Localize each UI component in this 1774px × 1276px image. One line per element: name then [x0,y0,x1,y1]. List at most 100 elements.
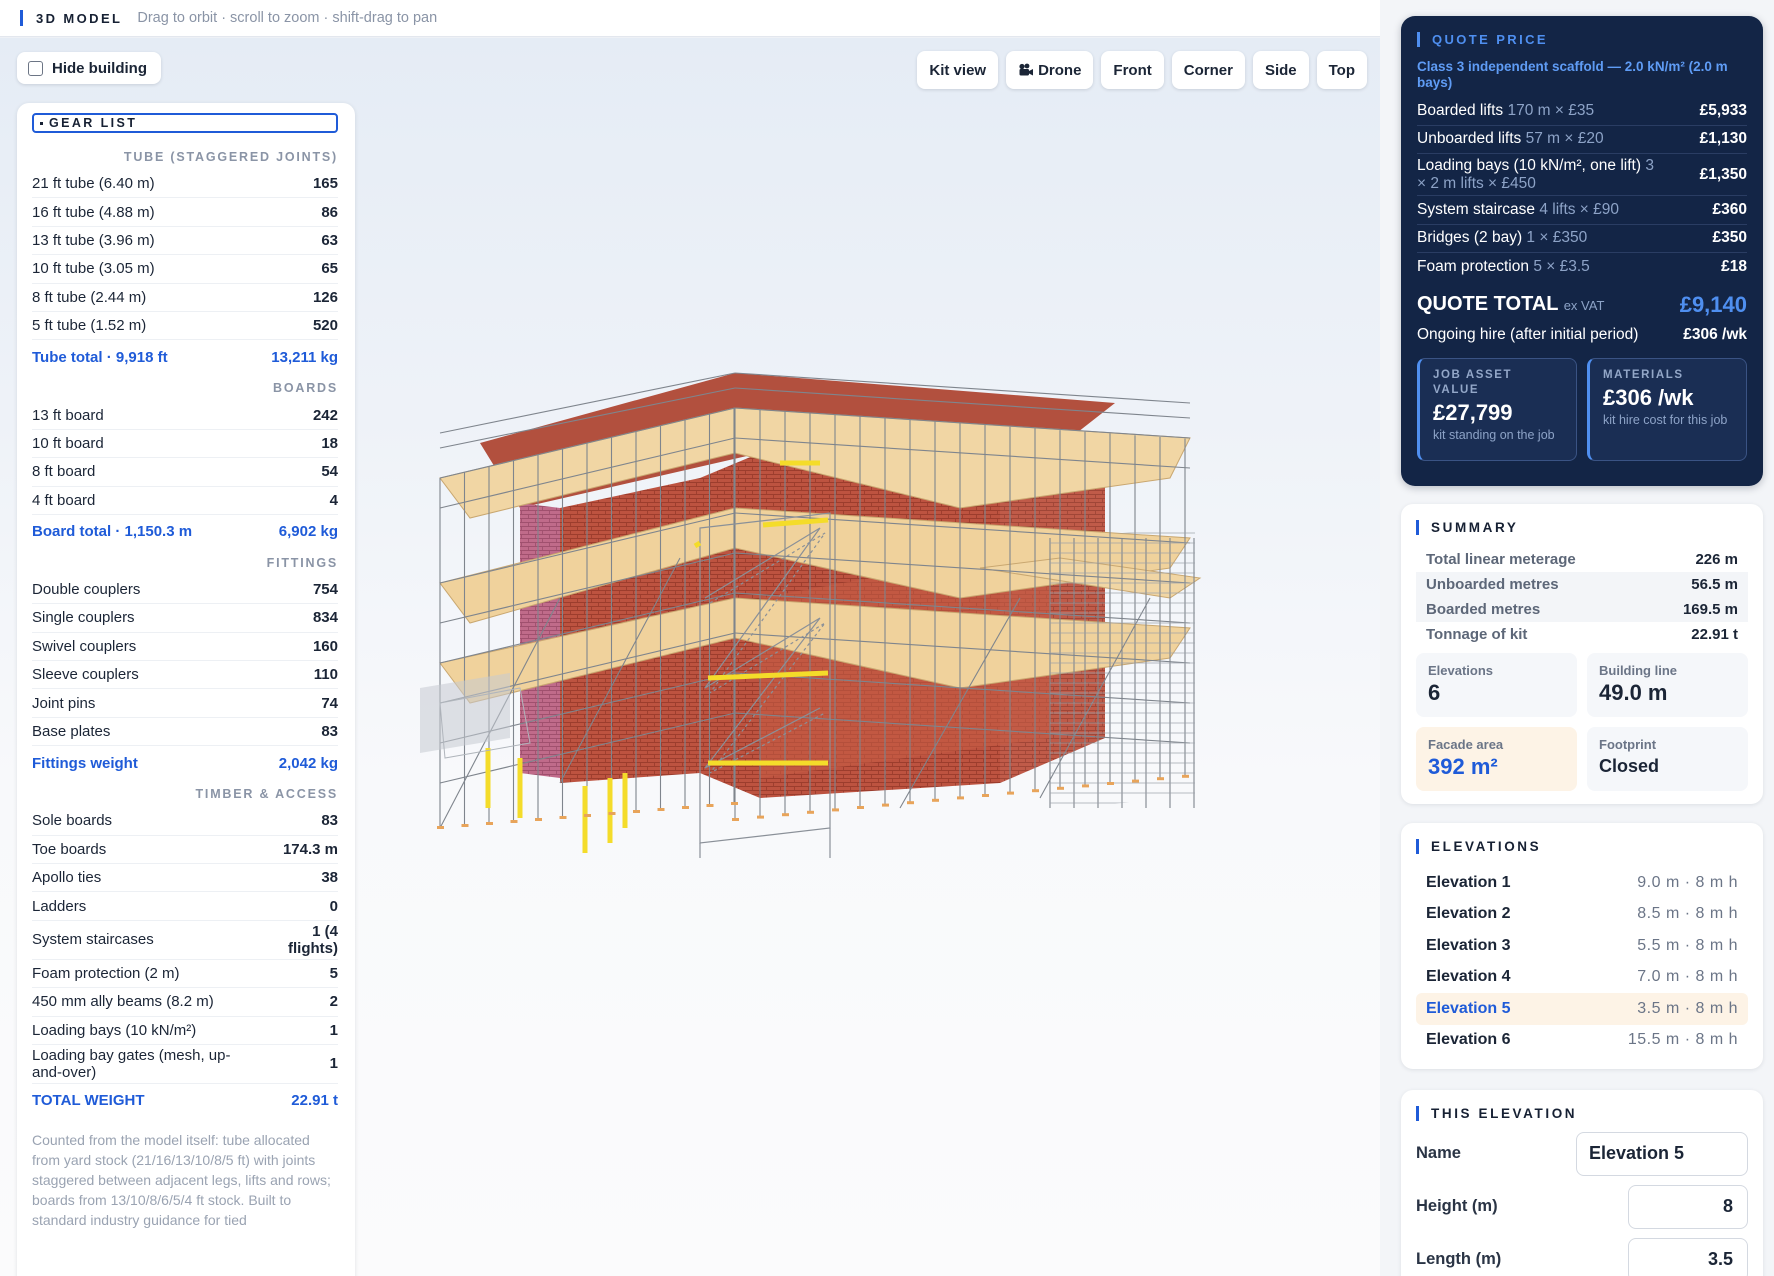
gear-row: 5 ft tube (1.52 m) 520 [32,312,338,341]
viewport-toolbar: 3D MODEL Drag to orbit · scroll to zoom … [0,0,1380,37]
height-input[interactable]: 8 [1628,1184,1748,1229]
elevations-panel: ELEVATIONS Elevation 1 9.0 m · 8 m h Elev… [1401,823,1763,1069]
quote-heading: QUOTE PRICE [1417,32,1747,47]
gear-row: Double couplers 754 [32,576,338,605]
gear-row: Swivel couplers 160 [32,633,338,662]
tube-list: 21 ft tube (6.40 m) 165 16 ft tube (4.88 … [32,170,338,341]
quote-lines: Boarded lifts 170 m × £35 £5,933 Unboarde… [1417,97,1747,282]
corner-view-button[interactable]: Corner [1171,51,1245,89]
gear-row: 13 ft tube (3.96 m) 63 [32,227,338,256]
gear-row: Loading bays (10 kN/m²) 1 [32,1017,338,1045]
gear-row: Loading bay gates (mesh, up-and-over) 1 [32,1045,338,1084]
gear-row: Toe boards 174.3 m [32,836,338,865]
viewport-title: 3D MODEL [36,10,123,26]
gear-row: 8 ft tube (2.44 m) 126 [32,284,338,312]
gear-row: 13 ft board 242 [32,401,338,430]
quote-subtitle: Class 3 independent scaffold — 2.0 kN/m²… [1417,59,1728,90]
length-field-row: Length (m) 3.5 [1416,1233,1748,1276]
gear-row: 10 ft board 18 [32,430,338,459]
summary-row: Tonnage of kit 22.91 t [1426,626,1738,643]
gear-row: 4 ft board 4 [32,487,338,515]
facade-area-tile: Facade area 392 m² [1416,727,1577,791]
quote-price-card: QUOTE PRICE Class 3 independent scaffold… [1401,16,1763,486]
gear-row: Sole boards 83 [32,807,338,836]
elevation-form: Name Elevation 5 Height (m) 8 Length (m)… [1416,1127,1748,1276]
gear-list-title[interactable]: GEAR LIST [32,113,338,133]
board-list: 13 ft board 242 10 ft board 18 8 ft board 5… [32,401,338,515]
summary-tiles: Elevations 6 Building line 49.0 m Facade a… [1416,653,1748,791]
elevation-item-4[interactable]: Elevation 4 7.0 m · 8 m h [1416,962,1748,994]
name-field-row: Name Elevation 5 [1416,1127,1748,1180]
building-line-tile: Building line 49.0 m [1587,653,1748,717]
ongoing-hire: Ongoing hire (after initial period) £306 … [1417,325,1747,343]
job-asset-value-card: JOB ASSET VALUE £27,799 kit standing on … [1417,357,1577,461]
fittings-total: Fittings weight 2,042 kg [32,754,338,772]
fittings-heading: FITTINGS [266,555,338,570]
hide-building-checkbox[interactable] [28,60,43,76]
summary-heading: SUMMARY [1416,520,1748,535]
footprint-tile: Footprint Closed [1587,727,1748,791]
3d-viewport[interactable]: Hide building Kit view Drone Front Corne… [0,38,1380,1276]
gear-row: 16 ft tube (4.88 m) 86 [32,198,338,227]
title-marker [40,121,43,125]
elevation-name-input[interactable]: Elevation 5 [1576,1131,1748,1176]
front-view-button[interactable]: Front [1101,51,1164,89]
camera-icon [1019,63,1034,76]
viewport-hint: Drag to orbit · scroll to zoom · shift-d… [137,10,438,26]
gear-row: 8 ft board 54 [32,458,338,487]
elevation-item-1[interactable]: Elevation 1 9.0 m · 8 m h [1416,867,1748,899]
summary-panel: SUMMARY Total linear meterage 226 m Unboa… [1401,504,1763,804]
boards-heading: BOARDS [273,381,338,396]
gear-row: Apollo ties 38 [32,864,338,893]
gear-row: System staircases 1 (4 flights) [32,921,338,960]
length-input[interactable]: 3.5 [1628,1237,1748,1276]
gear-row: 450 mm ally beams (8.2 m) 2 [32,988,338,1017]
hide-building-toggle[interactable]: Hide building [17,52,161,84]
gear-row: Base plates 83 [32,718,338,747]
drone-view-button[interactable]: Drone [1006,51,1094,89]
this-elevation-panel: THIS ELEVATION Name Elevation 5 Height (… [1401,1090,1763,1276]
camera-view-buttons: Kit view Drone Front Corner Side Top [917,51,1367,89]
quote-line: Boarded lifts 170 m × £35 £5,933 [1417,97,1747,126]
right-sidebar[interactable]: QUOTE PRICE Class 3 independent scaffold… [1380,0,1774,1276]
this-elevation-heading: THIS ELEVATION [1416,1106,1748,1121]
gear-row: Single couplers 834 [32,604,338,633]
quote-line: Foam protection 5 × £3.5 £18 [1417,258,1747,276]
quote-line: Bridges (2 bay) 1 × £350 £350 [1417,225,1747,253]
hide-building-label: Hide building [52,59,147,77]
quote-cards: JOB ASSET VALUE £27,799 kit standing on … [1417,357,1747,461]
quote-line: Unboarded lifts 57 m × £20 £1,130 [1417,126,1747,154]
quote-total: QUOTE TOTAL ex VAT £9,140 [1417,291,1747,317]
top-view-button[interactable]: Top [1316,51,1367,89]
heading-accent [20,10,23,26]
kit-view-button[interactable]: Kit view [917,51,999,89]
elevation-item-2[interactable]: Elevation 2 8.5 m · 8 m h [1416,899,1748,931]
gear-row: 10 ft tube (3.05 m) 65 [32,255,338,284]
gear-row: Joint pins 74 [32,689,338,718]
elevation-item-3[interactable]: Elevation 3 5.5 m · 8 m h [1416,930,1748,962]
elevation-item-5[interactable]: Elevation 5 3.5 m · 8 m h [1416,993,1748,1025]
quote-line: System staircase 4 lifts × £90 £360 [1417,196,1747,225]
elevation-item-6[interactable]: Elevation 6 15.5 m · 8 m h [1416,1025,1748,1057]
gear-row: 21 ft tube (6.40 m) 165 [32,170,338,199]
side-view-button[interactable]: Side [1252,51,1309,89]
summary-rows: Total linear meterage 226 m Unboarded met… [1416,547,1748,647]
gear-list-panel: GEAR LIST TUBE (STAGGERED JOINTS) 21 ft … [17,103,355,1276]
summary-row: Unboarded metres 56.5 m [1416,572,1748,597]
board-total: Board total · 1,150.3 m 6,902 kg [32,523,338,541]
gear-list-note: Counted from the model itself: tube allo… [32,1131,331,1228]
total-weight: TOTAL WEIGHT 22.91 t [32,1092,338,1110]
tube-heading: TUBE (STAGGERED JOINTS) [123,150,338,164]
gear-row: Ladders 0 [32,892,338,921]
height-field-row: Height (m) 8 [1416,1180,1748,1233]
gear-row: Foam protection (2 m) 5 [32,960,338,989]
elevations-heading: ELEVATIONS [1416,839,1748,854]
fittings-list: Double couplers 754 Single couplers 834 Sw… [32,576,338,747]
elevation-list: Elevation 1 9.0 m · 8 m h Elevation 2 8.5 … [1416,867,1748,1056]
gear-row: Sleeve couplers 110 [32,661,338,690]
materials-card: MATERIALS £306 /wk kit hire cost for thi… [1587,357,1747,461]
building-model [420,372,1202,858]
quote-line: Loading bays (10 kN/m², one lift) 3 × 2 … [1417,154,1747,196]
timber-list: Sole boards 83 Toe boards 174.3 m Apollo t… [32,807,338,1084]
elevations-tile: Elevations 6 [1416,653,1577,717]
